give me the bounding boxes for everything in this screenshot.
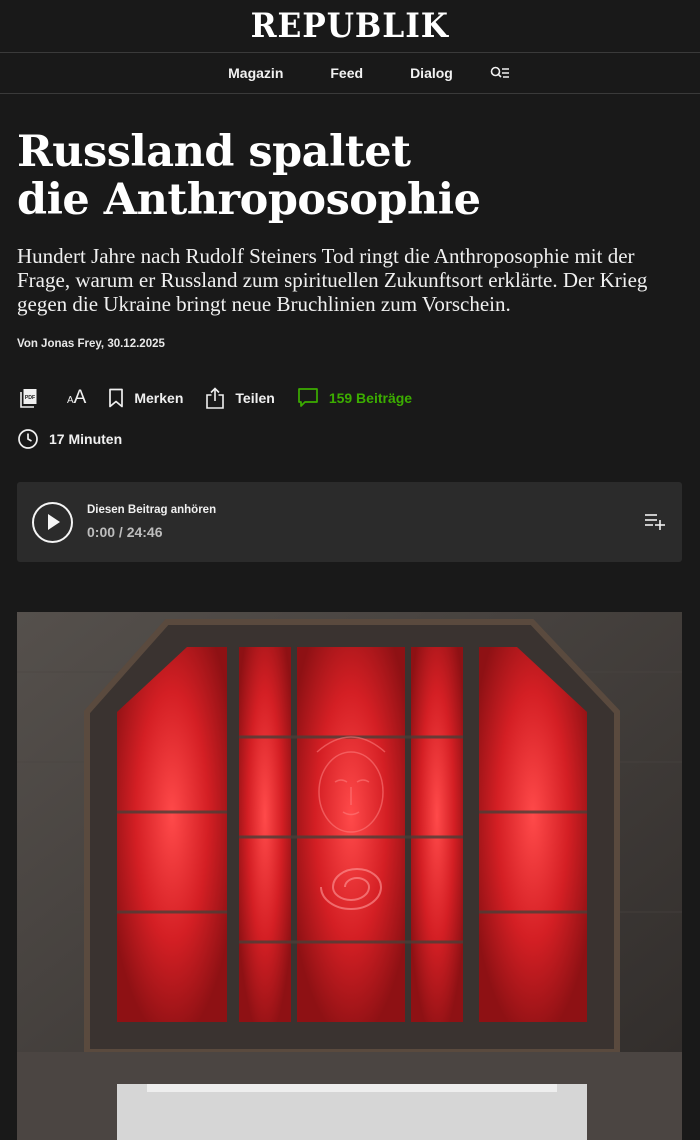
audio-meta: Diesen Beitrag anhören 0:00 / 24:46 — [87, 504, 216, 540]
audio-title: Diesen Beitrag anhören — [87, 504, 217, 516]
pdf-icon: PDF — [20, 389, 37, 408]
audio-time: 0:00 / 24:46 — [87, 524, 163, 540]
bookmark-button[interactable]: Merken — [108, 388, 183, 408]
nav-item-feed[interactable]: Feed — [330, 65, 363, 81]
hero-image — [17, 612, 682, 1140]
play-button[interactable] — [32, 501, 73, 543]
comment-bubble-icon — [297, 388, 318, 407]
svg-text:PDF: PDF — [25, 395, 35, 401]
article-lead: Hundert Jahre nach Rudolf Steiners Tod r… — [17, 244, 648, 316]
byline: Von Jonas Frey, 30.12.2025 — [17, 338, 165, 350]
add-to-playlist-icon[interactable] — [644, 512, 666, 535]
article-title: Russland spaltet die Anthroposophie — [17, 128, 682, 224]
font-size-big-glyph: A — [73, 387, 87, 408]
share-label: Teilen — [235, 390, 275, 406]
share-icon — [206, 387, 225, 409]
play-icon — [47, 514, 60, 530]
main-nav: Magazin Feed Dialog — [0, 53, 700, 94]
article-title-line2: die Anthroposophie — [17, 175, 481, 225]
comments-button[interactable]: 159 Beiträge — [297, 387, 412, 409]
reading-time: 17 Minuten — [17, 428, 682, 450]
article: Russland spaltet die Anthroposophie Hund… — [0, 128, 700, 1140]
font-size-small-glyph: A — [67, 395, 74, 406]
audio-player: Diesen Beitrag anhören 0:00 / 24:46 — [17, 482, 682, 562]
share-button[interactable]: Teilen — [205, 387, 275, 409]
republik-logo[interactable]: REPUBLIK — [251, 6, 449, 46]
comments-label: 159 Beiträge — [328, 390, 413, 406]
font-size-button[interactable]: AA — [67, 387, 86, 409]
pdf-button[interactable]: PDF — [17, 387, 39, 409]
article-title-line1: Russland spaltet — [17, 127, 411, 177]
bookmark-icon — [109, 388, 124, 408]
reading-time-label: 17 Minuten — [49, 431, 123, 447]
masthead: REPUBLIK — [0, 0, 700, 53]
clock-icon — [18, 429, 38, 449]
nav-item-dialog[interactable]: Dialog — [410, 65, 453, 81]
article-actions: PDF AA Merken Teilen 159 Beiträge — [17, 380, 682, 416]
stained-glass-window-image — [17, 612, 682, 1140]
bookmark-label: Merken — [134, 390, 184, 406]
search-menu-icon[interactable] — [490, 66, 510, 80]
nav-item-magazin[interactable]: Magazin — [228, 65, 283, 81]
